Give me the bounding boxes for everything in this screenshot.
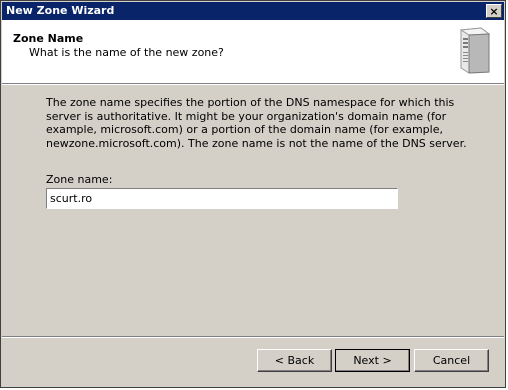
- title-bar[interactable]: New Zone Wizard ×: [2, 2, 504, 20]
- next-button[interactable]: Next >: [335, 349, 410, 372]
- server-icon: [459, 27, 491, 74]
- wizard-window: New Zone Wizard × Zone Name What is the …: [0, 0, 506, 388]
- window-title: New Zone Wizard: [6, 4, 115, 17]
- description-text: The zone name specifies the portion of t…: [46, 96, 467, 150]
- cancel-button[interactable]: Cancel: [414, 349, 489, 372]
- back-button[interactable]: < Back: [257, 349, 332, 372]
- zone-name-label: Zone name:: [46, 173, 113, 186]
- close-button[interactable]: ×: [486, 4, 502, 18]
- close-icon: ×: [489, 4, 499, 18]
- zone-name-input[interactable]: [46, 188, 398, 209]
- page-subtitle: What is the name of the new zone?: [29, 46, 224, 59]
- wizard-header: Zone Name What is the name of the new zo…: [2, 20, 504, 84]
- page-title: Zone Name: [13, 32, 84, 45]
